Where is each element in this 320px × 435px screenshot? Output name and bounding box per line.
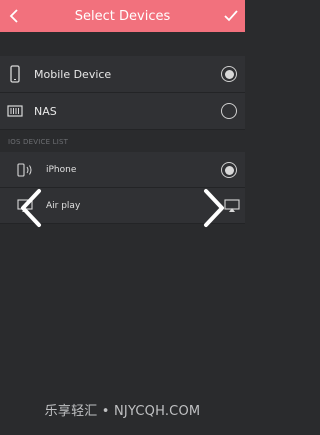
device-row-nas[interactable]: NAS (0, 93, 245, 130)
radio-dot (224, 165, 234, 175)
page-title: Select Devices (74, 8, 171, 24)
phone-speaker-icon (16, 159, 34, 181)
chevron-right-icon (202, 188, 226, 232)
radio-unselected[interactable] (221, 103, 237, 119)
nas-icon (6, 100, 24, 122)
device-label: Mobile Device (34, 67, 112, 81)
device-label: NAS (34, 104, 57, 118)
ios-device-label: iPhone (46, 165, 77, 175)
top-spacer (0, 32, 245, 56)
radio-selected[interactable] (221, 66, 237, 82)
radio-selected[interactable] (221, 162, 237, 178)
chevron-left-icon (19, 188, 43, 232)
back-icon[interactable] (0, 0, 28, 32)
phone-icon (6, 63, 24, 85)
carousel-next-button[interactable] (199, 188, 229, 232)
section-header: IOS DEVICE LIST (0, 133, 245, 151)
radio-dot (224, 69, 234, 79)
header-bar: Select Devices (0, 0, 245, 32)
ios-row-iphone[interactable]: iPhone (0, 152, 245, 188)
carousel-prev-button[interactable] (16, 188, 46, 232)
check-icon[interactable] (217, 0, 245, 32)
ios-device-label: Air play (46, 201, 81, 211)
watermark-text: 乐享轻汇 • NJYCQH.COM (44, 404, 201, 419)
device-row-mobile[interactable]: Mobile Device (0, 56, 245, 93)
